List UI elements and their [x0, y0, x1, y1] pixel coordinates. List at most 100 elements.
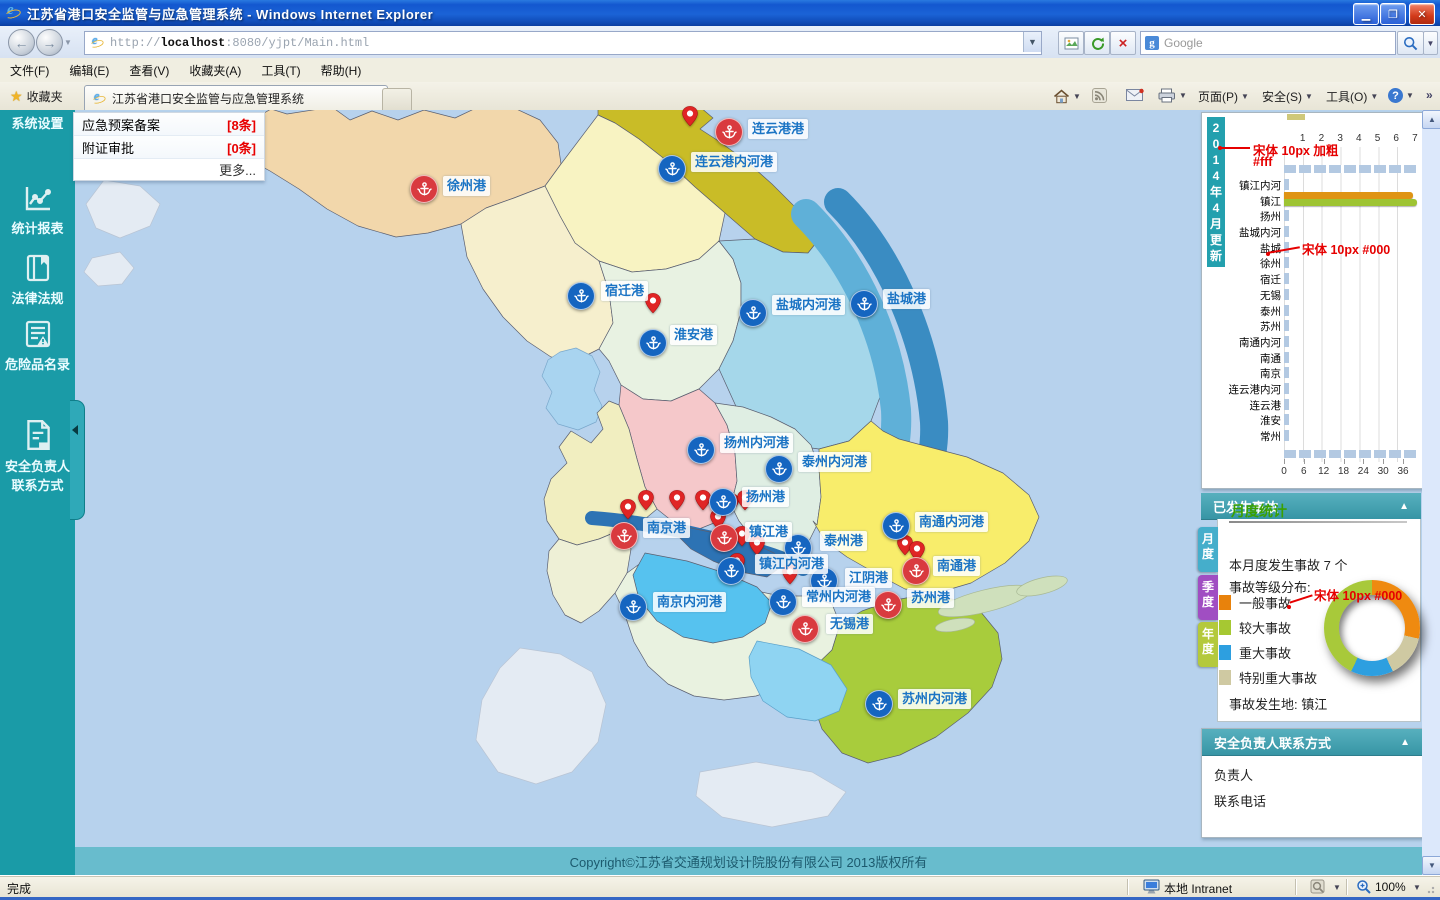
tab-quarterly[interactable]: 季度: [1198, 575, 1218, 620]
bottom-axis-tickmark: [1403, 459, 1404, 464]
favorites-label: 收藏夹: [26, 89, 63, 104]
menu-favorites[interactable]: 收藏夹(A): [179, 59, 251, 82]
favorites-button[interactable]: ★ 收藏夹: [6, 86, 67, 106]
printer-icon: [1158, 88, 1175, 103]
help-button[interactable]: ? ▼: [1388, 88, 1414, 103]
sidebar-item-statistics[interactable]: 统计报表: [0, 182, 75, 237]
chart-category-label: 连云港: [1249, 399, 1282, 412]
sidebar-item-hazardous-list[interactable]: 危险品名录: [0, 318, 75, 373]
scroll-down-button[interactable]: ▼: [1422, 856, 1440, 875]
print-dropdown-icon[interactable]: ▼: [1179, 91, 1187, 100]
chart-category-label: 南京: [1260, 368, 1281, 381]
search-button[interactable]: [1397, 31, 1424, 55]
page-menu-button[interactable]: 页面(P) ▼: [1198, 88, 1249, 105]
refresh-icon: [1091, 37, 1104, 50]
sidebar-item-label: 联系方式: [11, 478, 64, 493]
quickpanel-row-permits[interactable]: 附证审批 [0条]: [74, 136, 264, 159]
recent-pages-dropdown-icon[interactable]: ▼: [64, 38, 72, 47]
back-button[interactable]: ←: [8, 29, 35, 56]
quickpanel-more-link[interactable]: 更多...: [74, 159, 264, 180]
collapse-up-icon[interactable]: ▲: [1400, 737, 1410, 748]
tab-monthly[interactable]: 月度: [1198, 527, 1218, 572]
safety-menu-button[interactable]: 安全(S) ▼: [1262, 88, 1313, 105]
favorites-bar: ★ 收藏夹 江苏省港口安全监管与应急管理系统 ▼ ▼ 页面(P)▼ 安全(S)▼…: [0, 82, 1440, 111]
google-icon: g: [1145, 36, 1159, 50]
sidebar-item-safety-contact[interactable]: 安全负责人 联系方式: [0, 418, 75, 494]
address-dropdown-button[interactable]: ▼: [1023, 32, 1041, 52]
sidebar-item-system-settings[interactable]: 系统设置: [0, 113, 75, 132]
chart-category-label: 镇江: [1260, 195, 1281, 208]
menu-tools[interactable]: 工具(T): [251, 59, 310, 82]
search-input[interactable]: g Google: [1140, 31, 1396, 55]
restore-button[interactable]: ❐: [1380, 3, 1406, 25]
bottom-axis-tick: 6: [1301, 466, 1307, 477]
legend-swatch: [1219, 645, 1231, 660]
zone-dropdown-icon[interactable]: ▼: [1333, 883, 1341, 892]
contact-panel-header[interactable]: 安全负责人联系方式 ▲: [1202, 729, 1422, 756]
status-bar: 完成 本地 Intranet ▼ 100% ▼: [0, 875, 1440, 898]
zoom-dropdown-icon[interactable]: ▼: [1413, 883, 1421, 892]
chart-scroll-thumb[interactable]: [1287, 114, 1305, 120]
menu-view[interactable]: 查看(V): [119, 59, 179, 82]
chart-bar-橙色系列[interactable]: [1284, 192, 1414, 200]
home-dropdown-icon[interactable]: ▼: [1073, 92, 1081, 101]
resize-grip[interactable]: [1427, 884, 1437, 894]
star-icon: ★: [10, 87, 23, 104]
chart-category-label: 无锡: [1260, 289, 1281, 302]
menu-bar: 文件(F) 编辑(E) 查看(V) 收藏夹(A) 工具(T) 帮助(H): [0, 58, 1440, 83]
print-button[interactable]: ▼: [1158, 88, 1187, 103]
bottom-axis-tickmark: [1343, 459, 1345, 464]
annotation-strip-color: #fff: [1253, 155, 1273, 169]
row-label: 应急预案备案: [82, 117, 161, 133]
sidebar-item-label: 法律法规: [11, 291, 64, 306]
quickpanel-row-plans[interactable]: 应急预案备案 [8条]: [74, 113, 264, 136]
home-button[interactable]: ▼: [1053, 88, 1081, 104]
vertical-scrollbar[interactable]: ▲ ▼: [1422, 110, 1440, 875]
chart-bar-绿色系列[interactable]: [1284, 199, 1417, 207]
legend-row: 重大事故: [1219, 643, 1291, 662]
menu-file[interactable]: 文件(F): [0, 59, 59, 82]
page-zoom-icon[interactable]: [1310, 879, 1326, 895]
menu-edit[interactable]: 编辑(E): [59, 59, 119, 82]
new-tab-button[interactable]: [382, 88, 412, 110]
refresh-button[interactable]: [1084, 31, 1110, 55]
stop-button[interactable]: ×: [1110, 31, 1136, 55]
feeds-button[interactable]: [1092, 88, 1107, 103]
help-dropdown-icon[interactable]: ▼: [1406, 91, 1414, 100]
legend-row: 特别重大事故: [1219, 668, 1317, 687]
sidebar-collapse-tab[interactable]: [70, 400, 85, 520]
chart-zero-stub: [1284, 320, 1289, 332]
forward-button[interactable]: →: [36, 29, 63, 56]
scroll-up-button[interactable]: ▲: [1422, 110, 1440, 129]
zoom-level-value[interactable]: 100%: [1375, 880, 1406, 894]
port-bar-chart-panel: 2014年4月更新 宋体 10px 加粗 #fff 宋体 10px #000 镇…: [1201, 112, 1423, 489]
bottom-axis-tick: 24: [1357, 466, 1369, 477]
tab-yearly[interactable]: 年度: [1198, 622, 1218, 667]
tools-menu-label: 工具(O): [1326, 90, 1368, 104]
book-icon: [26, 254, 49, 282]
top-axis-tick: 6: [1393, 133, 1399, 144]
overflow-chevron-icon[interactable]: »: [1426, 88, 1433, 102]
chart-category-label: 淮安: [1260, 415, 1281, 428]
chart-category-label: 泰州: [1260, 305, 1281, 318]
mail-icon: [1126, 88, 1144, 101]
quick-panel: 应急预案备案 [8条] 附证审批 [0条] 更多...: [73, 112, 265, 181]
tab-main[interactable]: 江苏省港口安全监管与应急管理系统: [84, 85, 388, 111]
minimize-button[interactable]: ▁: [1353, 3, 1379, 25]
menu-help[interactable]: 帮助(H): [311, 59, 372, 82]
sidebar-item-laws[interactable]: 法律法规: [0, 252, 75, 307]
close-button[interactable]: ✕: [1409, 3, 1435, 25]
legend-row: 较大事故: [1219, 618, 1291, 637]
search-options-dropdown-icon[interactable]: ▼: [1423, 31, 1438, 55]
address-input[interactable]: http://localhost:8080/yjpt/Main.html ▼: [84, 31, 1042, 55]
tools-menu-button[interactable]: 工具(O) ▼: [1326, 88, 1378, 105]
mail-button[interactable]: [1126, 88, 1144, 102]
chart-zero-stub: [1284, 398, 1289, 410]
search-placeholder: Google: [1164, 36, 1203, 50]
chart-zero-stub: [1284, 304, 1289, 316]
accident-location-line: 事故发生地: 镇江: [1229, 697, 1328, 712]
contact-phone-label: 联系电话: [1214, 794, 1267, 809]
collapse-up-icon[interactable]: ▲: [1399, 501, 1409, 512]
compatibility-view-button[interactable]: [1058, 31, 1084, 55]
contact-header-title: 安全负责人联系方式: [1214, 735, 1332, 751]
